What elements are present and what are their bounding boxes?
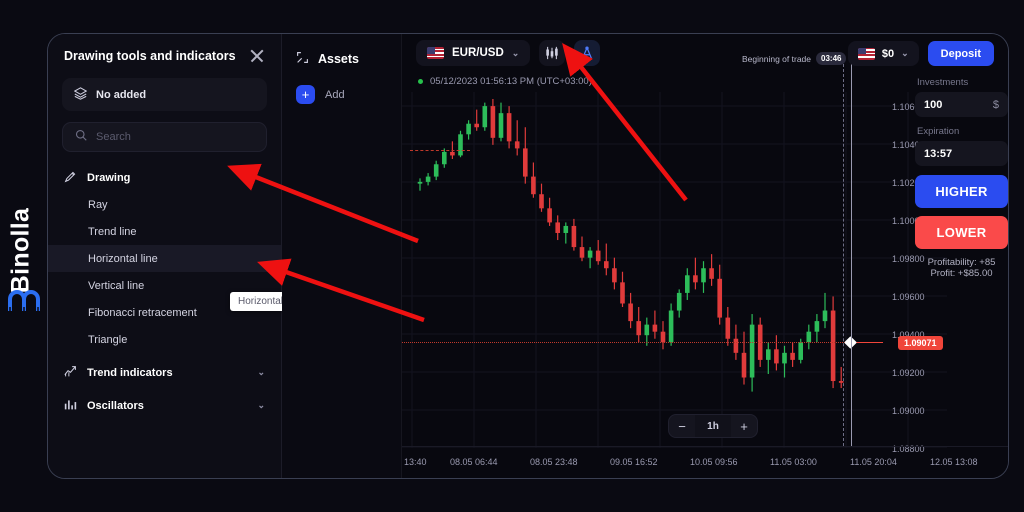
- chevron-down-icon[interactable]: ⌄: [257, 400, 265, 411]
- investments-label: Investments: [917, 77, 969, 88]
- oscillator-icon: [64, 398, 77, 414]
- tool-row-triangle[interactable]: Triangle: [48, 326, 281, 353]
- price-line-dashed: [402, 342, 851, 343]
- search-input[interactable]: [96, 131, 254, 143]
- deposit-button[interactable]: Deposit: [927, 41, 994, 66]
- time-tick: 09.05 16:52: [610, 457, 658, 467]
- tool-row-horizontal-line[interactable]: Horizontal line: [48, 245, 281, 272]
- drawing-group-row[interactable]: Drawing: [48, 164, 281, 191]
- deposit-label: Deposit: [940, 47, 981, 60]
- us-flag-icon: [427, 47, 444, 59]
- candlestick-series: [402, 92, 971, 449]
- tool-label: Oscillators: [87, 399, 144, 412]
- search-box[interactable]: [62, 122, 267, 152]
- chart-timestamp-row: 05/12/2023 01:56:13 PM (UTC+03:00): [418, 76, 592, 87]
- app-window: Drawing tools and indicators No added Se…: [47, 33, 1009, 479]
- tool-label: Fibonacci retracement: [88, 306, 197, 319]
- tool-label: Trend line: [88, 225, 137, 238]
- chevron-down-icon[interactable]: ⌄: [257, 367, 265, 378]
- layers-icon: [73, 86, 88, 103]
- symbol-selector[interactable]: EUR/USD ⌄: [416, 40, 531, 66]
- tool-label: Vertical line: [88, 279, 145, 292]
- time-tick: 11.05 20:04: [850, 457, 897, 467]
- countdown-badge: 03:46: [816, 52, 847, 65]
- us-flag-icon: [857, 47, 875, 60]
- tool-label: Drawing: [87, 171, 131, 184]
- balance-amount: $0: [881, 47, 895, 60]
- chart-plot[interactable]: Beginning of trade 03:46 End of trade: [402, 52, 971, 449]
- tool-row-oscillators[interactable]: Oscillators ⌄: [48, 392, 281, 419]
- price-tick: 1.09200: [892, 368, 925, 378]
- entry-dashed-line: [410, 150, 470, 151]
- binolla-mark-icon: [8, 286, 42, 317]
- investments-field[interactable]: 100 $: [915, 92, 1008, 117]
- time-tick: 11.05 03:00: [770, 457, 817, 467]
- currency-symbol: $: [992, 98, 999, 111]
- topbar-right: $0 ⌄ Deposit: [847, 41, 994, 66]
- live-status-icon: [418, 79, 423, 84]
- add-label: Add: [325, 88, 345, 101]
- zoom-out-button[interactable]: −: [669, 415, 695, 437]
- no-added-label: No added: [96, 88, 147, 101]
- assets-panel: Assets + Add: [282, 34, 402, 478]
- investments-value: 100: [924, 98, 943, 111]
- tool-row-ray[interactable]: Ray: [48, 191, 281, 218]
- time-axis: 13:40 08.05 06:44 08.05 23:48 09.05 16:5…: [402, 446, 1008, 478]
- price-tick: 1.09000: [892, 406, 925, 416]
- lower-label: LOWER: [936, 225, 987, 240]
- symbol-label: EUR/USD: [452, 47, 504, 59]
- tool-row-trend-indicators[interactable]: Trend indicators ⌄: [48, 359, 281, 386]
- current-price-badge: 1.09071: [898, 336, 943, 350]
- assets-header: Assets: [282, 34, 401, 67]
- drawing-tools-panel: Drawing tools and indicators No added Se…: [48, 34, 310, 478]
- search-icon: [75, 128, 87, 146]
- trade-end-line: [851, 64, 852, 446]
- add-asset-button[interactable]: + Add: [282, 67, 401, 104]
- chevron-down-icon[interactable]: ⌄: [512, 48, 520, 59]
- price-tick: 1.09600: [892, 292, 925, 302]
- higher-label: HIGHER: [935, 184, 988, 199]
- chart-timestamp: 05/12/2023 01:56:13 PM (UTC+03:00): [430, 76, 592, 87]
- trade-start-line: [843, 64, 844, 446]
- drawing-tools-icon[interactable]: [574, 40, 601, 66]
- profitability-text: Profitability: +85: [927, 257, 996, 268]
- tool-label: Trend indicators: [87, 366, 173, 379]
- time-tick: 10.05 09:56: [690, 457, 738, 467]
- timeframe-label[interactable]: 1h: [695, 415, 731, 437]
- balance-selector[interactable]: $0 ⌄: [847, 41, 919, 66]
- lower-button[interactable]: LOWER: [915, 216, 1008, 249]
- chevron-down-icon[interactable]: ⌄: [901, 48, 909, 59]
- panel-title: Drawing tools and indicators: [64, 49, 236, 63]
- trade-panel: Investments 100 $ Expiration 13:57 HIGHE…: [915, 77, 1008, 279]
- time-tick: 12.05 13:08: [930, 457, 978, 467]
- chart-type-icon[interactable]: [539, 40, 566, 66]
- pencil-icon: [64, 170, 77, 186]
- tool-row-trend-line[interactable]: Trend line: [48, 218, 281, 245]
- beginning-of-trade-label: Beginning of trade: [742, 53, 811, 64]
- time-tick: 13:40: [404, 457, 427, 467]
- no-added-row[interactable]: No added: [62, 78, 267, 111]
- tool-label: Horizontal line: [88, 252, 158, 265]
- expiration-label: Expiration: [917, 126, 960, 137]
- tool-label: Ray: [88, 198, 108, 211]
- trend-icon: [64, 365, 77, 381]
- profit-text: Profit: +$85.00: [930, 268, 993, 279]
- tool-label: Triangle: [88, 333, 128, 346]
- expiration-value: 13:57: [924, 147, 953, 160]
- time-tick: 08.05 23:48: [530, 457, 578, 467]
- assets-title: Assets: [318, 52, 359, 66]
- assets-icon: [296, 51, 309, 67]
- time-tick: 08.05 06:44: [450, 457, 498, 467]
- higher-button[interactable]: HIGHER: [915, 175, 1008, 208]
- timeframe-control: − 1h +: [668, 414, 758, 438]
- brand-logo-area: Binolla: [0, 170, 48, 350]
- drawing-tools-header: Drawing tools and indicators: [48, 34, 281, 74]
- zoom-in-button[interactable]: +: [731, 415, 757, 437]
- expiration-field[interactable]: 13:57: [915, 141, 1008, 166]
- plus-icon: +: [296, 85, 315, 104]
- close-icon[interactable]: [249, 48, 265, 64]
